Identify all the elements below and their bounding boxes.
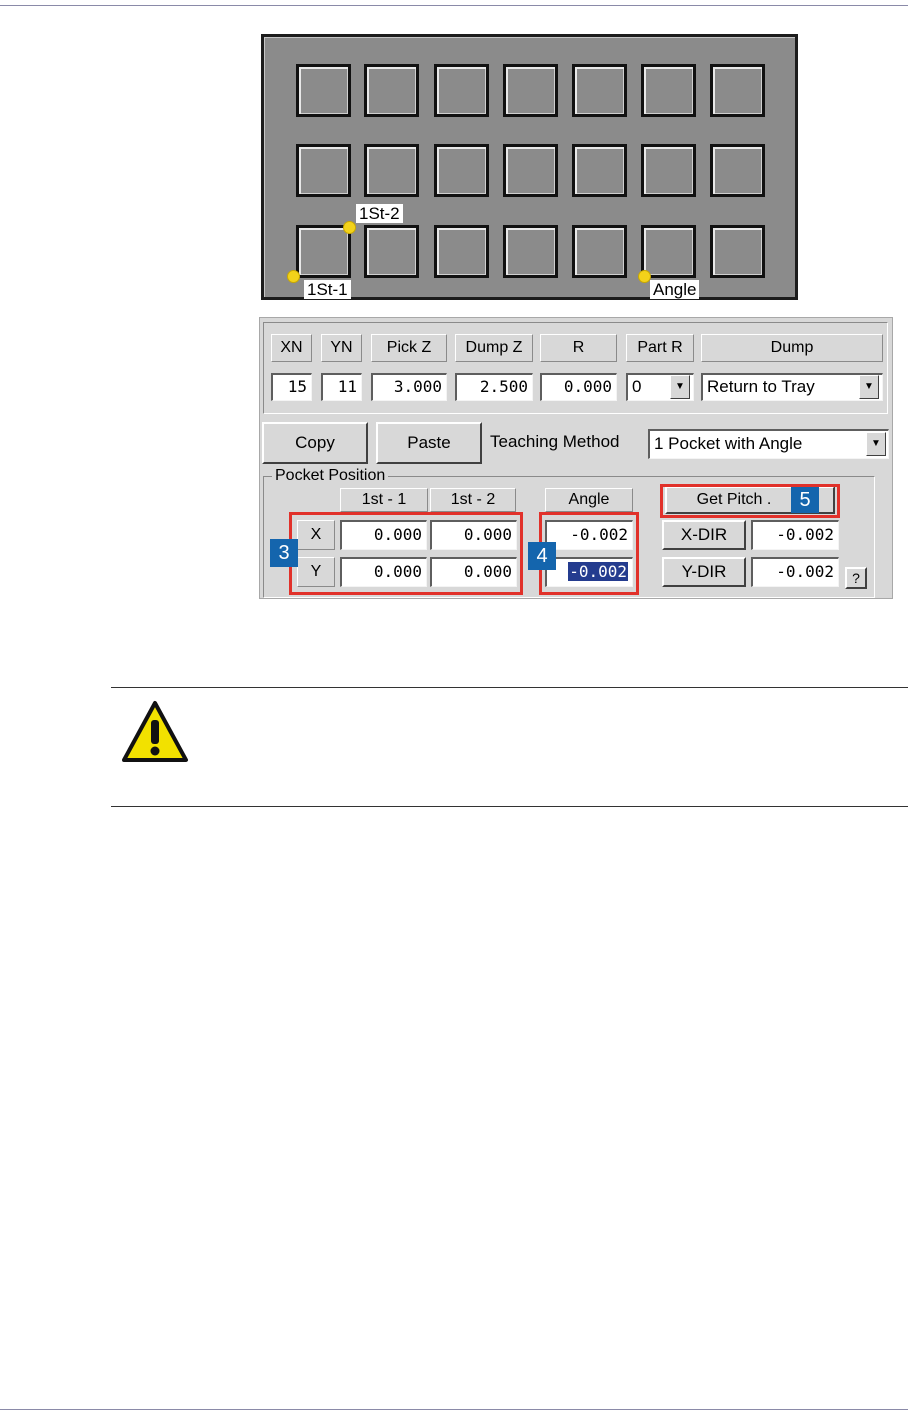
x-dir-field[interactable]: -0.002	[751, 520, 839, 550]
part-r-value: 0	[632, 377, 642, 396]
tray-pocket	[364, 225, 419, 278]
pick-z-field[interactable]: 3.000	[371, 373, 447, 401]
paste-button[interactable]: Paste	[376, 422, 482, 464]
tray-pocket	[434, 64, 489, 117]
header-dump: Dump	[701, 334, 883, 362]
tray-pocket	[572, 225, 627, 278]
header-1st-2: 1st - 2	[430, 488, 516, 512]
tray-pocket	[641, 144, 696, 197]
teaching-method-label: Teaching Method	[490, 432, 620, 451]
tray-pocket	[572, 64, 627, 117]
teaching-method-value: 1 Pocket with Angle	[654, 434, 803, 453]
tray-pocket	[364, 144, 419, 197]
header-dump-z: Dump Z	[455, 334, 533, 362]
tray-diagram: 1St-2 1St-1 Angle	[261, 34, 798, 300]
header-pick-z: Pick Z	[371, 334, 447, 362]
label-angle: Angle	[650, 280, 700, 299]
header-yn: YN	[321, 334, 362, 362]
r-field[interactable]: 0.000	[540, 373, 617, 401]
tray-pocket	[296, 64, 351, 117]
tray-pocket	[572, 144, 627, 197]
tray-pocket	[296, 225, 351, 278]
header-r: R	[540, 334, 617, 362]
chevron-down-icon[interactable]: ▼	[866, 432, 886, 456]
header-xn: XN	[271, 334, 312, 362]
pocket-position-title: Pocket Position	[272, 466, 389, 486]
y-dir-field[interactable]: -0.002	[751, 557, 839, 587]
chevron-down-icon[interactable]: ▼	[670, 375, 690, 399]
bottom-rule	[0, 1409, 908, 1410]
tray-pocket	[364, 64, 419, 117]
tray-pocket	[641, 64, 696, 117]
tray-pocket	[503, 225, 558, 278]
teaching-method-select[interactable]: 1 Pocket with Angle	[648, 429, 889, 459]
tray-pocket	[503, 144, 558, 197]
tray-pocket	[710, 64, 765, 117]
xn-field[interactable]: 15	[271, 373, 312, 401]
header-part-r: Part R	[626, 334, 694, 362]
warning-triangle-icon	[122, 701, 188, 762]
dump-select[interactable]: Return to Tray	[701, 373, 883, 401]
callout-frame-3	[289, 512, 523, 595]
label-1st-2: 1St-2	[356, 204, 403, 223]
caution-rule-top	[111, 687, 908, 688]
x-dir-label: X-DIR	[662, 520, 746, 550]
callout-badge-4: 4	[528, 542, 556, 570]
tray-settings-panel: XN YN Pick Z Dump Z R Part R Dump 15 11 …	[259, 317, 893, 599]
marker-1st-2	[343, 221, 356, 234]
y-dir-label: Y-DIR	[662, 557, 746, 587]
marker-1st-1	[287, 270, 300, 283]
tray-pocket	[641, 225, 696, 278]
callout-badge-3: 3	[270, 539, 298, 567]
yn-field[interactable]: 11	[321, 373, 362, 401]
tray-pocket	[503, 64, 558, 117]
tray-pocket	[434, 144, 489, 197]
top-rule	[0, 5, 908, 6]
dump-z-field[interactable]: 2.500	[455, 373, 533, 401]
header-1st-1: 1st - 1	[340, 488, 428, 512]
tray-pocket	[434, 225, 489, 278]
dump-value: Return to Tray	[707, 377, 815, 396]
caution-rule-bottom	[111, 806, 908, 807]
tray-pocket	[296, 144, 351, 197]
label-1st-1: 1St-1	[304, 280, 351, 299]
tray-pocket	[710, 144, 765, 197]
tray-pocket	[710, 225, 765, 278]
header-angle: Angle	[545, 488, 633, 512]
chevron-down-icon[interactable]: ▼	[859, 375, 879, 399]
help-button[interactable]: ?	[845, 567, 867, 589]
copy-button[interactable]: Copy	[262, 422, 368, 464]
callout-badge-5: 5	[791, 487, 819, 513]
